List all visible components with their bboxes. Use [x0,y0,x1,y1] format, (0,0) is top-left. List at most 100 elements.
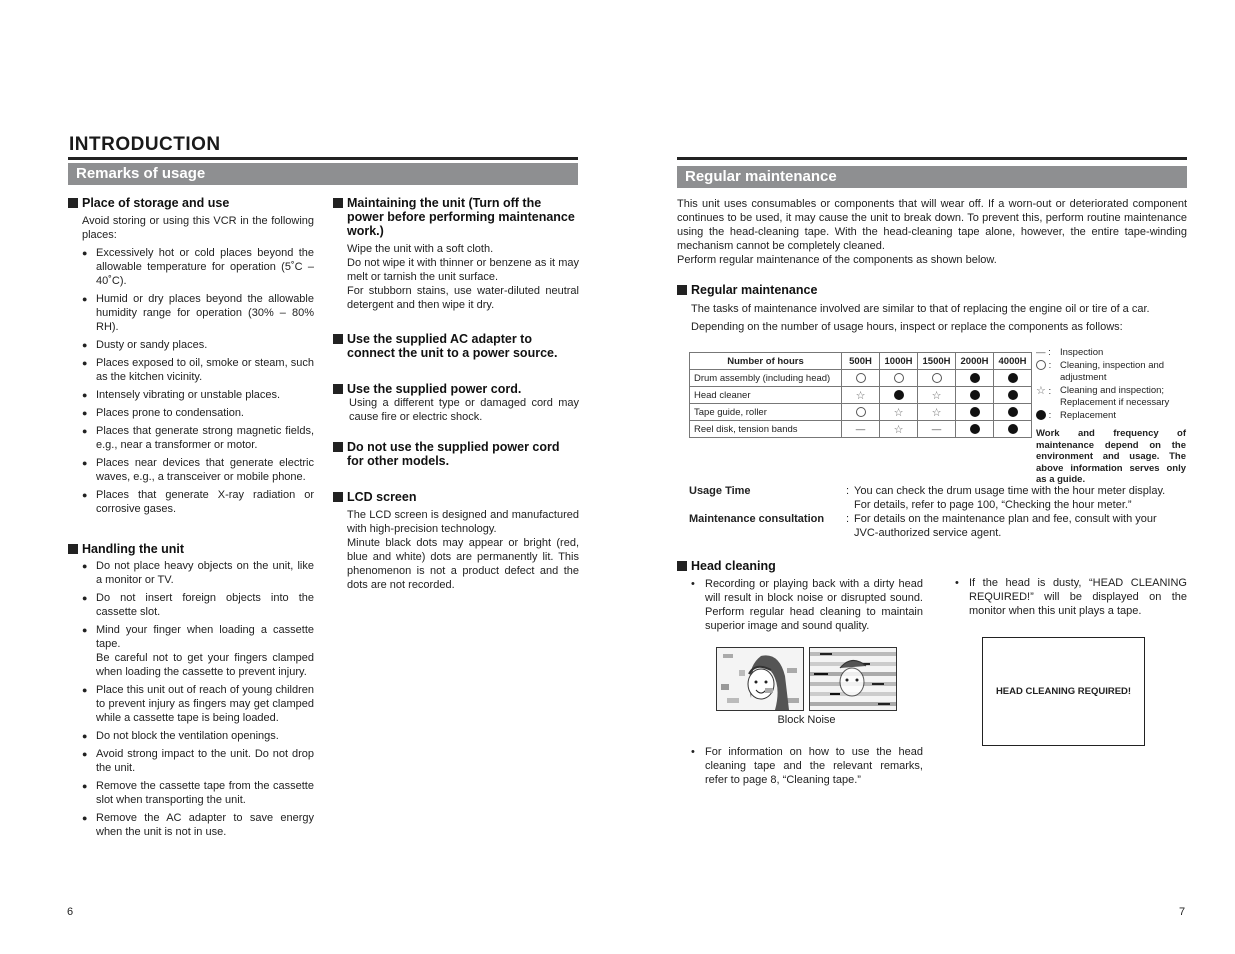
heading-lcd: LCD screen [333,490,579,504]
title-rule [68,157,578,160]
maintaining-line: Do not wipe it with thinner or benzene a… [347,257,579,283]
regular-maintenance-section: Regular maintenance The tasks of mainten… [677,283,1187,334]
legend-symbol: : [1036,410,1058,423]
table-legend: — : Inspection : Cleaning, inspection and … [1036,347,1186,486]
section-band-remarks: Remarks of usage [68,163,578,185]
table-row: Tape guide, roller ☆ ☆ [689,403,1032,421]
heading-head-cleaning: Head cleaning [677,559,923,573]
maintaining-line: For stubborn stains, use water-diluted n… [347,285,579,311]
schedule-cell: ☆ [841,386,880,404]
list-item: Places near devices that generate electr… [82,456,314,484]
head-cleaning-left-bottom: For information on how to use the head c… [677,745,923,787]
schedule-cell [841,369,880,387]
component-name: Reel disk, tension bands [689,420,842,438]
circle-icon [855,372,866,383]
head-cleaning-bullet: Recording or playing back with a dirty h… [691,577,923,633]
schedule-cell [917,369,956,387]
schedule-cell [993,420,1032,438]
schedule-cell [955,403,994,421]
legend-label: Cleaning and inspection; Replacement if … [1060,384,1170,409]
filled-circle-icon [1036,409,1046,420]
page-number-right: 7 [1179,906,1186,918]
list-item: Do not insert foreign objects into the c… [82,591,314,619]
list-item: Dusty or sandy places. [82,338,314,352]
circle-icon [931,372,942,383]
list-item: Do not place heavy objects on the unit, … [82,559,314,587]
def-consultation: For details on the maintenance plan and … [854,513,1157,539]
lcd-line: The LCD screen is designed and manufactu… [347,509,579,535]
heading-ac-adapter: Use the supplied AC adapter to connect t… [333,332,579,360]
colon: : [846,485,850,497]
middle-column: Maintaining the unit (Turn off the power… [333,196,579,592]
component-name: Head cleaner [689,386,842,404]
list-item: Places prone to condensation. [82,406,314,420]
head-cleaning-left: Head cleaning Recording or playing back … [677,559,923,633]
filled-circle-icon [1007,406,1018,417]
list-item: Remove the cassette tape from the casset… [82,779,314,807]
schedule-cell: ☆ [879,403,918,421]
legend-label: Replacement [1060,409,1116,421]
table-row: Head cleaner ☆ ☆ [689,386,1032,404]
star-icon: ☆ [931,406,942,419]
circle-icon [893,372,904,383]
section-band-maintenance: Regular maintenance [677,166,1187,188]
circle-icon [855,406,866,417]
lcd-line: Minute black dots may appear or bright (… [347,537,579,591]
header-cell: Number of hours [689,352,842,370]
circle-icon [1036,359,1046,370]
legend-symbol: : [1036,360,1058,385]
head-cleaning-right: If the head is dusty, “HEAD CLEANING REQ… [941,576,1187,618]
maintaining-line: Wipe the unit with a soft cloth. [347,243,494,255]
block-noise-image-heavy [809,647,897,711]
filled-circle-icon [1007,389,1018,400]
legend-item: — : Inspection [1036,347,1186,360]
dash-icon: — [855,423,866,435]
list-item: Places exposed to oil, smoke or steam, s… [82,356,314,384]
star-icon: ☆ [893,406,904,419]
header-cell: 1500H [917,352,956,370]
maintenance-table: Number of hours 500H 1000H 1500H 2000H 4… [689,352,1032,438]
star-icon: ☆ [931,389,942,402]
monitor-display: HEAD CLEANING REQUIRED! [982,637,1145,746]
list-item: Intensely vibrating or unstable places. [82,388,314,402]
list-item: Mind your finger when loading a cassette… [82,623,314,679]
schedule-cell: — [841,420,880,438]
legend-symbol: ☆ : [1036,384,1052,397]
header-cell: 500H [841,352,880,370]
list-item: Excessively hot or cold places beyond th… [82,246,314,288]
heading-regular-maintenance: Regular maintenance [677,283,1187,297]
schedule-cell [993,403,1032,421]
schedule-cell: ☆ [917,386,956,404]
heading-handling: Handling the unit [68,542,314,556]
list-item: Places that generate strong magnetic fie… [82,424,314,452]
schedule-cell: ☆ [917,403,956,421]
star-icon: ☆ [1036,384,1046,397]
definitions: Usage Time : You can check the drum usag… [689,484,1189,544]
star-icon: ☆ [855,389,866,402]
right-rule [677,157,1187,160]
legend-label: Inspection [1060,347,1104,358]
left-column: Place of storage and use Avoid storing o… [68,196,314,839]
legend-symbol: — : [1036,347,1051,358]
list-item: Places that generate X-ray radiation or … [82,488,314,516]
star-icon: ☆ [893,423,904,436]
def-usage-time: You can check the drum usage time with t… [854,485,1166,511]
schedule-cell [955,386,994,404]
legend-label: Cleaning, inspection and adjustment [1060,359,1165,384]
header-cell: 2000H [955,352,994,370]
filled-circle-icon [969,389,980,400]
filled-circle-icon [1007,372,1018,383]
legend-note: Work and frequency of maintenance depend… [1036,428,1186,485]
intro-paragraph: Perform regular maintenance of the compo… [677,254,997,266]
head-cleaning-bullet: For information on how to use the head c… [691,745,923,787]
schedule-cell [879,369,918,387]
power-cord-text: Using a different type or damaged cord m… [349,397,579,423]
schedule-cell: — [917,420,956,438]
page-number-left: 6 [67,906,74,918]
legend-item: ☆ : Cleaning and inspection; Replacement … [1036,385,1186,410]
intro-paragraph: This unit uses consumables or components… [677,198,1187,252]
schedule-cell [955,420,994,438]
header-cell: 4000H [993,352,1032,370]
schedule-cell: ☆ [879,420,918,438]
filled-circle-icon [969,423,980,434]
